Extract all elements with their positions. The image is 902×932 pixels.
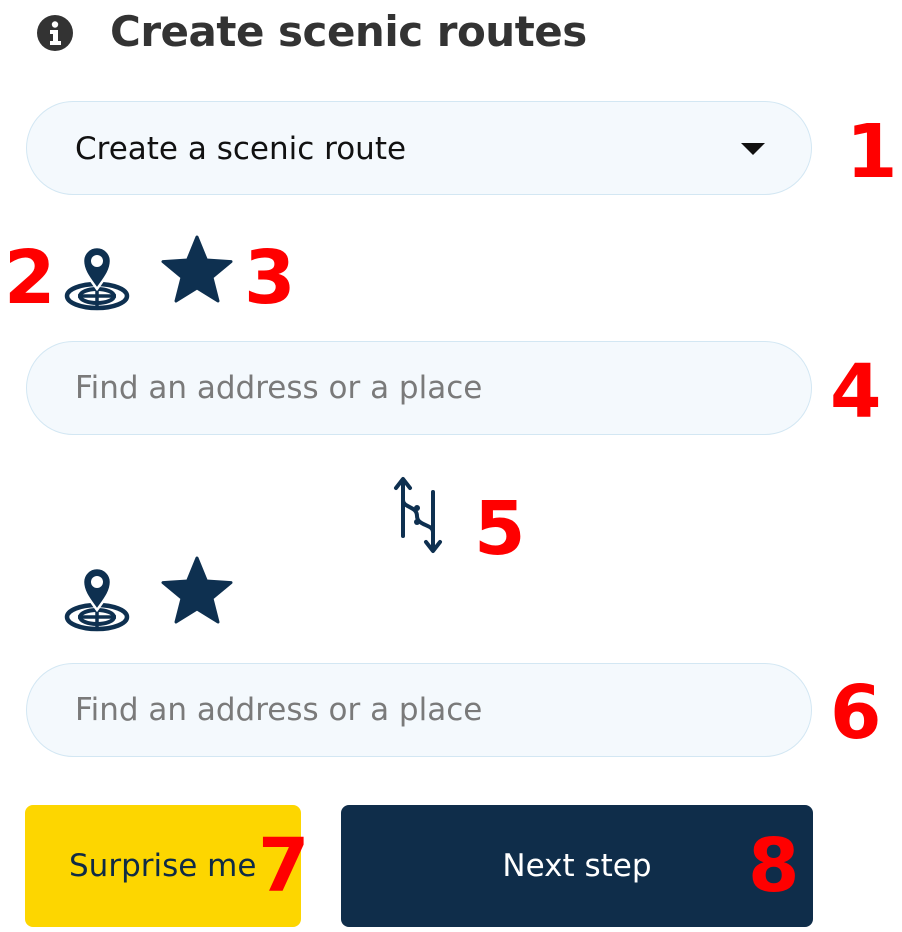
star-icon[interactable]	[160, 556, 234, 628]
caret-down-icon[interactable]	[741, 143, 765, 155]
annotation-8: 8	[748, 823, 800, 909]
annotation-3: 3	[244, 235, 296, 321]
annotation-1: 1	[846, 109, 898, 195]
page-title: Create scenic routes	[110, 7, 587, 56]
route-type-select-value: Create a scenic route	[75, 131, 407, 167]
route-type-select[interactable]: Create a scenic route	[26, 101, 812, 195]
start-location-input[interactable]	[27, 342, 811, 434]
swap-route-arrows-icon[interactable]	[393, 474, 445, 554]
start-location-field[interactable]	[26, 341, 812, 435]
annotation-5: 5	[474, 486, 526, 572]
destination-location-input[interactable]	[27, 664, 811, 756]
annotation-2: 2	[4, 235, 56, 321]
annotation-7: 7	[258, 823, 310, 909]
surprise-me-label: Surprise me	[69, 848, 257, 884]
next-step-button[interactable]: Next step	[341, 805, 813, 927]
location-target-pin-icon[interactable]	[64, 562, 130, 632]
next-step-label: Next step	[502, 848, 652, 884]
annotation-4: 4	[830, 349, 882, 435]
star-icon[interactable]	[160, 235, 234, 307]
destination-location-field[interactable]	[26, 663, 812, 757]
info-icon[interactable]	[37, 15, 73, 51]
annotation-6: 6	[830, 670, 882, 756]
location-target-pin-icon[interactable]	[64, 241, 130, 311]
